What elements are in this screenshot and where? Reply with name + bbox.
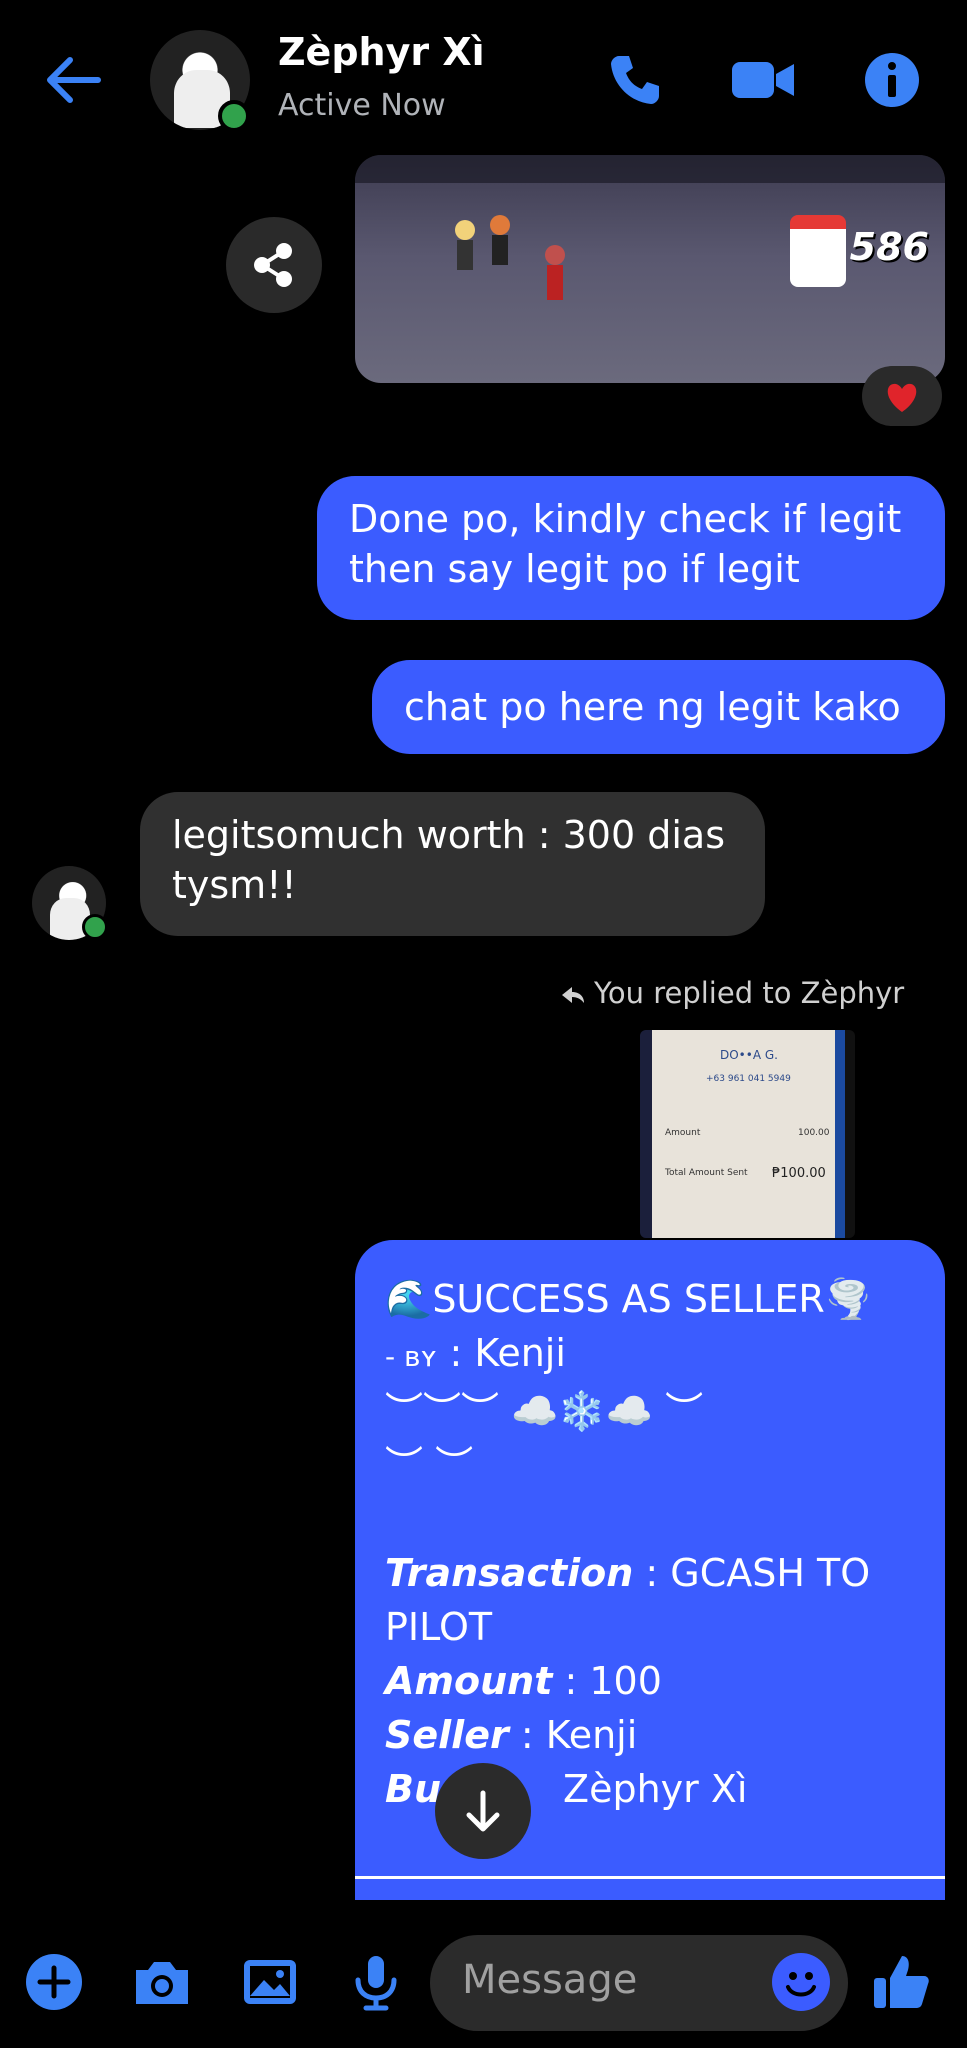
sent-message[interactable]: chat po here ng legit kako: [372, 660, 945, 754]
receipt-amount-value: 100.00: [798, 1128, 830, 1138]
reply-indicator-text: You replied to Zèphyr: [594, 976, 905, 1010]
receipt-number: +63 961 041 5949: [706, 1074, 791, 1084]
online-indicator: [82, 914, 108, 940]
phone-call-icon[interactable]: [605, 50, 665, 110]
game-characters-image: [455, 215, 565, 300]
camera-icon[interactable]: [130, 1950, 194, 2014]
reaction-badge[interactable]: [862, 366, 942, 426]
transaction-label: Transaction: [385, 1551, 634, 1595]
seller-label: Seller: [385, 1713, 509, 1757]
emoji-button[interactable]: [772, 1953, 830, 2011]
decoration-line: ︶ ︶: [385, 1443, 474, 1487]
shared-game-screenshot[interactable]: 586: [355, 155, 945, 383]
receipt-name: DO••A G.: [720, 1048, 778, 1062]
smiley-icon: [786, 1972, 816, 1997]
transaction-headline: 🌊SUCCESS AS SELLER🌪️: [385, 1277, 873, 1321]
receipt-total-label: Total Amount Sent: [665, 1168, 748, 1178]
amount-label: Amount: [385, 1659, 553, 1703]
transaction-value: : GCASH TO: [645, 1551, 871, 1595]
buyer-value: Zèphyr Xì: [563, 1767, 748, 1811]
by-prefix: - ʙʏ: [385, 1340, 438, 1373]
quoted-receipt-image[interactable]: DO••A G. +63 961 041 5949 Amount 100.00 …: [640, 1030, 855, 1238]
message-input[interactable]: Message: [430, 1935, 848, 2031]
amount-value: : 100: [564, 1659, 662, 1703]
game-top-hud: [355, 155, 945, 183]
microphone-icon[interactable]: [344, 1950, 408, 2014]
message-placeholder: Message: [462, 1957, 638, 2003]
video-call-icon[interactable]: [730, 50, 796, 110]
decoration-line: ︶︶︶ ☁️❄️☁️ ︶: [385, 1389, 704, 1433]
sent-message[interactable]: Done po, kindly check if legit then say …: [317, 476, 945, 620]
back-arrow-icon[interactable]: [40, 50, 110, 110]
scroll-to-bottom-button[interactable]: [435, 1763, 531, 1859]
reply-arrow-icon: [562, 987, 584, 1003]
thumbs-up-icon[interactable]: [870, 1950, 934, 2014]
by-value: : Kenji: [449, 1331, 566, 1375]
info-icon[interactable]: [862, 50, 922, 110]
contact-name[interactable]: Zèphyr Xì: [278, 30, 485, 74]
receipt-total-value: ₱100.00: [772, 1166, 826, 1181]
plus-icon[interactable]: [22, 1950, 86, 2014]
share-button[interactable]: [226, 217, 322, 313]
divider: [355, 1876, 945, 1879]
online-indicator: [218, 100, 250, 132]
game-score: 586: [849, 225, 929, 269]
received-message[interactable]: legitsomuch worth : 300 dias tysm!!: [140, 792, 765, 936]
receipt-amount-label: Amount: [665, 1128, 701, 1138]
active-status: Active Now: [278, 88, 446, 123]
calendar-icon: [790, 215, 846, 287]
gallery-icon[interactable]: [238, 1950, 302, 2014]
share-icon: [254, 243, 292, 287]
heart-icon: [887, 383, 917, 412]
reply-indicator: You replied to Zèphyr: [560, 976, 904, 1010]
seller-value: : Kenji: [520, 1713, 638, 1757]
arrow-down-icon: [466, 1790, 500, 1832]
transaction-value-cont: PILOT: [385, 1605, 493, 1649]
buyer-label: Bu: [385, 1767, 442, 1811]
